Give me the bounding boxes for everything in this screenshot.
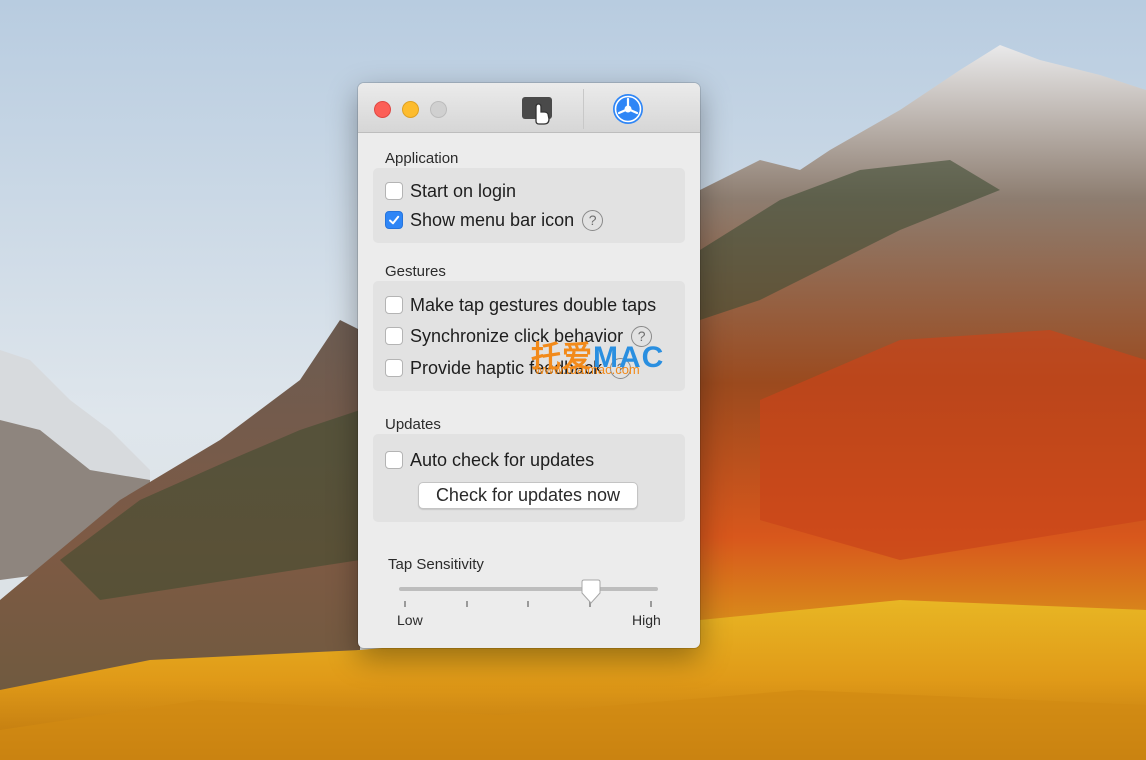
start-on-login-label: Start on login <box>410 180 517 201</box>
zoom-button <box>430 101 447 118</box>
help-icon[interactable]: ? <box>582 209 604 231</box>
help-icon[interactable]: ? <box>631 325 653 347</box>
checkmark-icon <box>389 215 400 225</box>
section-label-updates: Updates <box>385 416 441 433</box>
slider-low-label: Low <box>397 612 423 628</box>
haptic-checkbox[interactable] <box>385 359 403 377</box>
sync-click-label: Synchronize click behavior <box>410 325 624 346</box>
show-menu-bar-icon-checkbox[interactable] <box>385 211 403 229</box>
slider-tick <box>404 601 406 607</box>
hand-tap-icon <box>522 97 552 125</box>
show-menu-bar-icon-label: Show menu bar icon <box>410 209 575 230</box>
start-on-login-row[interactable]: Start on login <box>385 179 516 203</box>
slider-tick <box>466 601 468 607</box>
slider-tick <box>650 601 652 607</box>
tap-sensitivity-track[interactable] <box>399 587 658 591</box>
haptic-label: Provide haptic feedback <box>410 357 603 378</box>
show-menu-bar-icon-row[interactable]: Show menu bar icon ? <box>385 208 604 232</box>
auto-check-label: Auto check for updates <box>410 449 595 470</box>
toolbar-general-button[interactable] <box>598 89 658 129</box>
tap-sensitivity-title: Tap Sensitivity <box>388 556 484 573</box>
toolbar-divider <box>583 89 584 129</box>
help-icon[interactable]: ? <box>610 357 632 379</box>
section-label-gestures: Gestures <box>385 263 446 280</box>
preferences-window: Application Start on login Show menu bar… <box>358 83 700 648</box>
double-taps-label: Make tap gestures double taps <box>410 294 657 315</box>
slider-high-label: High <box>632 612 661 628</box>
slider-tick <box>527 601 529 607</box>
sync-click-checkbox[interactable] <box>385 327 403 345</box>
tap-sensitivity-knob[interactable] <box>580 579 602 605</box>
minimize-button[interactable] <box>402 101 419 118</box>
double-taps-checkbox[interactable] <box>385 296 403 314</box>
section-label-application: Application <box>385 150 459 167</box>
gear-icon <box>613 94 643 124</box>
auto-check-checkbox[interactable] <box>385 451 403 469</box>
start-on-login-checkbox[interactable] <box>385 182 403 200</box>
close-button[interactable] <box>374 101 391 118</box>
toolbar-gestures-button[interactable] <box>508 89 568 129</box>
sync-click-row[interactable]: Synchronize click behavior ? <box>385 324 653 348</box>
haptic-row[interactable]: Provide haptic feedback ? <box>385 356 632 380</box>
auto-check-row[interactable]: Auto check for updates <box>385 448 594 472</box>
titlebar <box>358 83 700 133</box>
check-for-updates-button[interactable]: Check for updates now <box>418 482 638 509</box>
double-taps-row[interactable]: Make tap gestures double taps <box>385 293 656 317</box>
